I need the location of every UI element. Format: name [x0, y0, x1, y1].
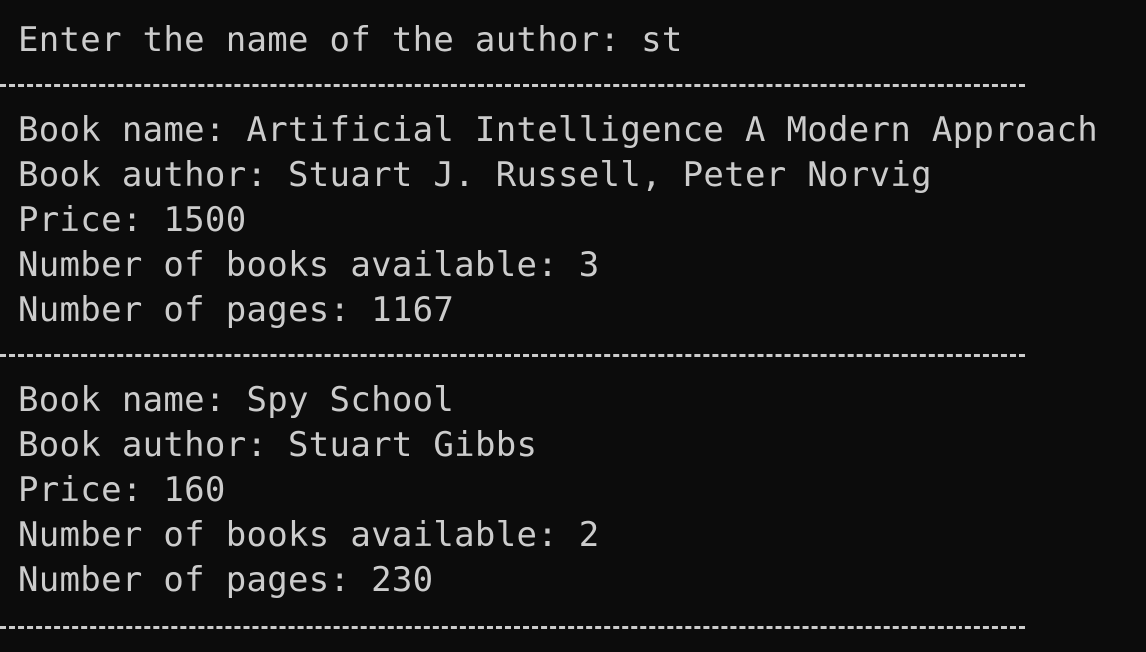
- price-value: 160: [163, 470, 226, 510]
- price-label: Price:: [18, 470, 164, 510]
- price-line: Price: 1500: [18, 198, 246, 243]
- separator-line: [0, 626, 1025, 629]
- availability-line: Number of books available: 2: [18, 513, 600, 558]
- book-author-value: Stuart J. Russell, Peter Norvig: [288, 155, 932, 195]
- separator-line: [0, 354, 1025, 357]
- book-author-label: Book author:: [18, 155, 289, 195]
- availability-line: Number of books available: 3: [18, 243, 600, 288]
- price-line: Price: 160: [18, 468, 226, 513]
- separator-line: [0, 84, 1025, 87]
- pages-label: Number of pages:: [18, 290, 372, 330]
- prompt-input[interactable]: st: [641, 20, 683, 60]
- pages-value: 1167: [371, 290, 455, 330]
- console-window: Enter the name of the author: st Book na…: [0, 0, 1146, 652]
- pages-line: Number of pages: 1167: [18, 288, 454, 333]
- book-author-value: Stuart Gibbs: [288, 425, 538, 465]
- availability-value: 3: [578, 245, 600, 285]
- book-name-line: Book name: Spy School: [18, 378, 454, 423]
- availability-value: 2: [578, 515, 600, 555]
- book-name-label: Book name:: [18, 380, 247, 420]
- pages-line: Number of pages: 230: [18, 558, 433, 603]
- book-author-line: Book author: Stuart J. Russell, Peter No…: [18, 153, 932, 198]
- price-label: Price:: [18, 200, 164, 240]
- book-name-line: Book name: Artificial Intelligence A Mod…: [18, 108, 1098, 153]
- pages-label: Number of pages:: [18, 560, 372, 600]
- book-author-label: Book author:: [18, 425, 289, 465]
- price-value: 1500: [163, 200, 247, 240]
- availability-label: Number of books available:: [18, 245, 579, 285]
- availability-label: Number of books available:: [18, 515, 579, 555]
- pages-value: 230: [371, 560, 434, 600]
- prompt-label: Enter the name of the author:: [18, 20, 642, 60]
- book-name-label: Book name:: [18, 110, 247, 150]
- book-author-line: Book author: Stuart Gibbs: [18, 423, 537, 468]
- author-prompt: Enter the name of the author: st: [18, 18, 683, 63]
- book-name-value: Artificial Intelligence A Modern Approac…: [246, 110, 1099, 150]
- book-name-value: Spy School: [246, 380, 455, 420]
